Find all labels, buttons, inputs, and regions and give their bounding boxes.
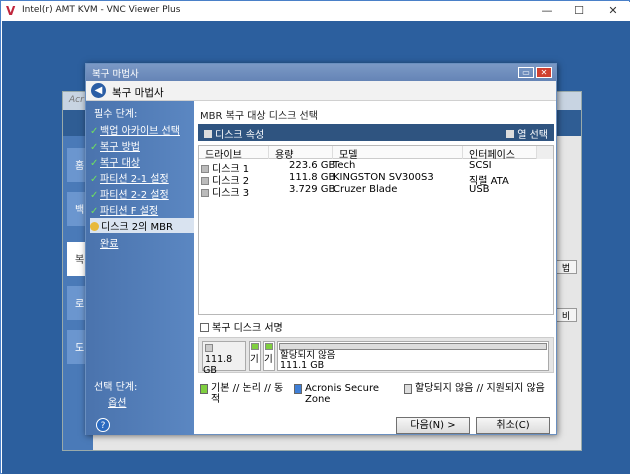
table-scroll-corner bbox=[537, 146, 553, 159]
column-drive[interactable]: 드라이브 bbox=[199, 146, 269, 161]
minimize-button[interactable]: — bbox=[532, 3, 562, 19]
check-icon: ✓ bbox=[90, 190, 99, 201]
current-step-icon bbox=[90, 222, 99, 231]
legend-basic: 기본 // 논리 // 동적 bbox=[200, 383, 286, 405]
bg-right-label-2: 비 bbox=[555, 308, 577, 322]
help-icon[interactable]: ? bbox=[96, 418, 110, 432]
bg-right-label-1: 법 bbox=[555, 260, 577, 274]
step-partition-2-2[interactable]: ✓ 파티션 2-2 설정 bbox=[90, 186, 194, 201]
select-columns-button[interactable]: 열 선택 bbox=[506, 126, 548, 141]
disk-summary: 111.8 GB bbox=[202, 341, 246, 376]
check-icon: ✓ bbox=[90, 206, 99, 217]
step-disk2-mbr[interactable]: 디스크 2의 MBR bbox=[90, 218, 194, 233]
close-button[interactable]: ✕ bbox=[598, 3, 628, 19]
maximize-button[interactable]: ☐ bbox=[564, 3, 594, 19]
table-header: 드라이브 용량 모델 인터페이스 bbox=[199, 146, 553, 161]
properties-icon bbox=[204, 130, 212, 138]
check-icon: ✓ bbox=[90, 126, 99, 137]
step-partition-f[interactable]: ✓ 파티션 F 설정 bbox=[90, 202, 194, 217]
dialog-titlebar[interactable]: 복구 마법사 ▭ ✕ bbox=[86, 64, 556, 81]
unallocated-space[interactable]: 할당되지 않음 111.1 GB bbox=[277, 341, 549, 371]
step-backup-archive[interactable]: ✓ 백업 아카이브 선택 bbox=[90, 122, 194, 137]
disk-toolbar: 디스크 속성 열 선택 bbox=[198, 124, 554, 141]
disk-properties-button[interactable]: 디스크 속성 bbox=[204, 126, 264, 141]
check-icon: ✓ bbox=[90, 142, 99, 153]
dialog-close-button[interactable]: ✕ bbox=[536, 67, 552, 78]
partition-2[interactable]: 기 bbox=[263, 341, 275, 371]
disk-icon bbox=[205, 344, 213, 352]
table-row[interactable]: 디스크 3 3.729 GB Cruzer Blade USB bbox=[199, 184, 553, 199]
partition-1[interactable]: 기 bbox=[249, 341, 261, 371]
window-title: Intel(r) AMT KVM - VNC Viewer Plus bbox=[22, 5, 181, 15]
columns-icon bbox=[506, 130, 515, 138]
checkbox-box bbox=[200, 323, 209, 332]
page-title: MBR 복구 대상 디스크 선택 bbox=[200, 111, 318, 122]
table-row[interactable]: 디스크 1 223.6 GB Tech SCSI bbox=[199, 160, 553, 175]
optional-steps-heading: 선택 단계: bbox=[94, 382, 138, 393]
dialog-title: 복구 마법사 bbox=[92, 69, 139, 80]
check-icon: ✓ bbox=[90, 158, 99, 169]
back-arrow-icon[interactable]: ◀ bbox=[91, 83, 106, 98]
disk-table[interactable]: 드라이브 용량 모델 인터페이스 디스크 1 223.6 GB Tech SCS… bbox=[198, 145, 554, 315]
dialog-header: ◀ 복구 마법사 bbox=[86, 81, 556, 101]
cancel-button[interactable]: 취소(C) bbox=[476, 417, 550, 434]
next-button[interactable]: 다음(N) > bbox=[396, 417, 470, 434]
check-icon: ✓ bbox=[90, 174, 99, 185]
dialog-header-title: 복구 마법사 bbox=[112, 87, 164, 99]
disk-drive-icon bbox=[201, 189, 209, 197]
legend-unallocated: 할당되지 않음 // 지원되지 않음 bbox=[404, 383, 550, 394]
column-model[interactable]: 모델 bbox=[333, 146, 463, 161]
column-capacity[interactable]: 용량 bbox=[269, 146, 333, 161]
wizard-main-panel: MBR 복구 대상 디스크 선택 디스크 속성 열 선택 드라이브 용량 모델 … bbox=[194, 101, 556, 435]
disk-partition-map: 111.8 GB 기 기 할당되지 않음 111.1 GB bbox=[198, 337, 554, 376]
table-row[interactable]: 디스크 2 111.8 GB KINGSTON SV300S3 직렬 ATA bbox=[199, 172, 553, 187]
step-recovery-method[interactable]: ✓ 복구 방법 bbox=[90, 138, 194, 153]
window-titlebar[interactable]: V Intel(r) AMT KVM - VNC Viewer Plus — ☐… bbox=[2, 2, 630, 21]
step-finish[interactable]: 완료 bbox=[90, 235, 194, 250]
step-options[interactable]: 옵션 bbox=[90, 394, 194, 409]
recovery-wizard-dialog: 복구 마법사 ▭ ✕ ◀ 복구 마법사 필수 단계: ✓ 백업 아카이브 선택 ✓… bbox=[85, 63, 557, 435]
step-recovery-target[interactable]: ✓ 복구 대상 bbox=[90, 154, 194, 169]
vnc-logo-icon: V bbox=[6, 4, 16, 18]
required-steps-heading: 필수 단계: bbox=[94, 109, 138, 120]
recover-signature-checkbox[interactable]: 복구 디스크 서명 bbox=[200, 319, 283, 334]
column-interface[interactable]: 인터페이스 bbox=[463, 146, 537, 161]
wizard-steps-sidebar: 필수 단계: ✓ 백업 아카이브 선택 ✓ 복구 방법 ✓ 복구 대상 ✓ 파티션 2-… bbox=[86, 101, 194, 435]
dialog-restore-button[interactable]: ▭ bbox=[518, 67, 534, 78]
step-partition-2-1[interactable]: ✓ 파티션 2-1 설정 bbox=[90, 170, 194, 185]
legend-acronis-zone: Acronis Secure Zone bbox=[294, 383, 384, 405]
vnc-window: V Intel(r) AMT KVM - VNC Viewer Plus — ☐… bbox=[0, 0, 630, 474]
